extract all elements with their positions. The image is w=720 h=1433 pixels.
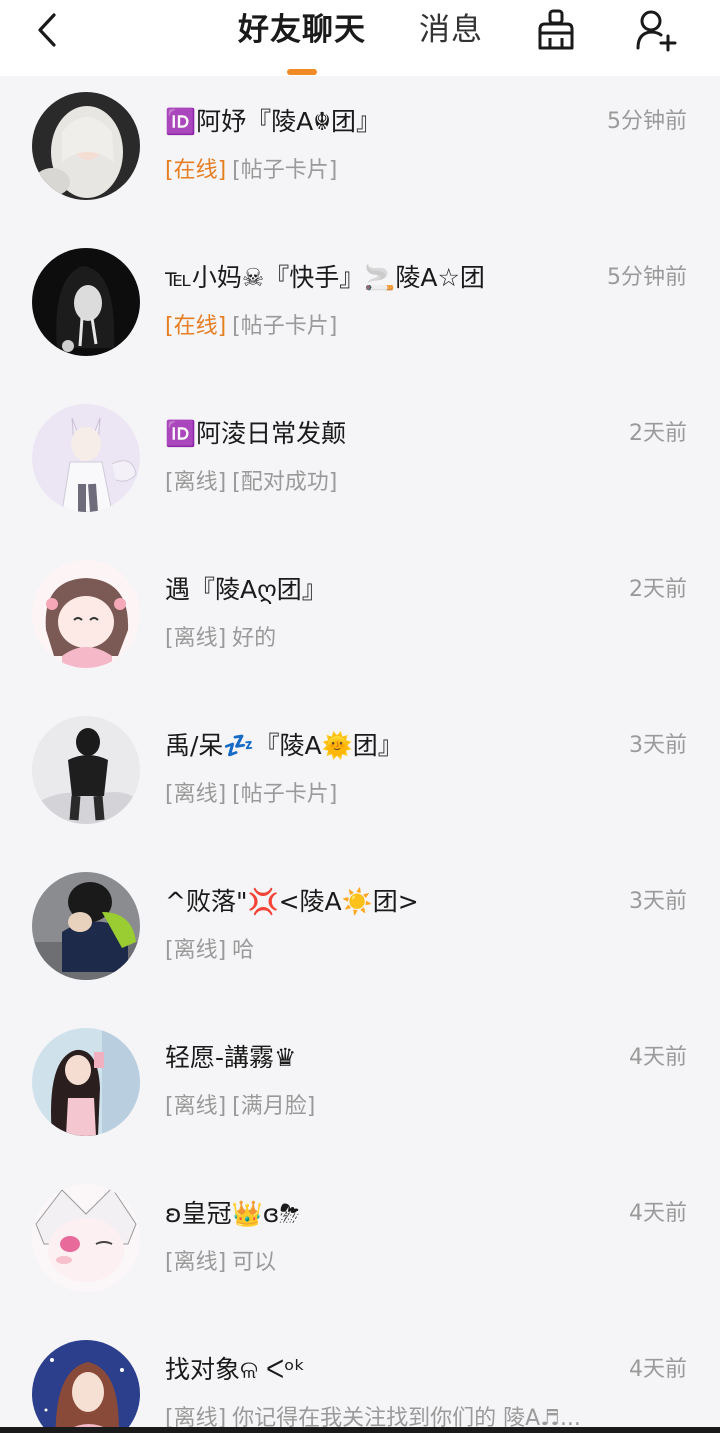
online-status: [在线] — [165, 314, 227, 339]
last-message: [帖子卡片] — [232, 782, 338, 807]
last-message-time: 4天前 — [629, 1201, 687, 1226]
contact-name: 遇『陵Aღ团』 — [165, 575, 327, 604]
last-message: [帖子卡片] — [232, 314, 338, 339]
chat-list: 🆔阿妤『陵A☬团』 5分钟前 [在线] [帖子卡片] ℡小妈☠『快手』🚬陵A☆团 … — [0, 76, 720, 1433]
last-message: 可以 — [232, 1250, 277, 1275]
avatar — [32, 872, 140, 980]
add-user-icon — [636, 10, 677, 52]
offline-status: [离线] — [165, 1094, 227, 1119]
avatar — [32, 1340, 140, 1433]
tab-messages[interactable]: 消息 — [419, 8, 483, 52]
avatar — [32, 560, 140, 668]
contact-name: 🆔阿淩日常发颠 — [165, 419, 347, 448]
message-preview: [离线] 可以 — [165, 1246, 635, 1280]
last-message-time: 3天前 — [629, 889, 687, 914]
offline-status: [离线] — [165, 782, 227, 807]
chat-row[interactable]: 禹/呆💤『陵A🌞团』 3天前 [离线] [帖子卡片] — [0, 700, 720, 856]
message-preview: [离线] 好的 — [165, 622, 635, 656]
chat-row[interactable]: 🆔阿妤『陵A☬团』 5分钟前 [在线] [帖子卡片] — [0, 76, 720, 232]
offline-status: [离线] — [165, 626, 227, 651]
contact-name: 禹/呆💤『陵A🌞团』 — [165, 731, 403, 760]
offline-status: [离线] — [165, 1250, 227, 1275]
tab-friends-chat[interactable]: 好友聊天 — [238, 8, 366, 52]
contact-name: ℡小妈☠『快手』🚬陵A☆团 — [165, 263, 485, 292]
clean-button[interactable] — [532, 6, 580, 54]
message-preview: [离线] [满月脸] — [165, 1090, 635, 1124]
avatar — [32, 716, 140, 824]
last-message: 哈 — [232, 938, 255, 963]
online-status: [在线] — [165, 158, 227, 183]
contact-name: 轻愿-講霧♛ — [165, 1043, 297, 1072]
offline-status: [离线] — [165, 470, 227, 495]
broom-icon — [538, 9, 574, 50]
contact-name: 🆔阿妤『陵A☬团』 — [165, 107, 381, 136]
message-preview: [离线] [帖子卡片] — [165, 778, 635, 812]
last-message: [配对成功] — [232, 470, 338, 495]
chat-row[interactable]: ^败落"💢<陵A☀️团> 3天前 [离线] 哈 — [0, 856, 720, 1012]
avatar — [32, 248, 140, 356]
chevron-left-icon — [38, 13, 56, 47]
last-message-time: 5分钟前 — [607, 265, 687, 290]
last-message: [帖子卡片] — [232, 158, 338, 183]
last-message-time: 5分钟前 — [607, 109, 687, 134]
chat-row[interactable]: 🆔阿淩日常发颠 2天前 [离线] [配对成功] — [0, 388, 720, 544]
last-message-time: 2天前 — [629, 421, 687, 446]
back-button[interactable] — [30, 10, 64, 50]
message-preview: [离线] [配对成功] — [165, 466, 635, 500]
add-friend-button[interactable] — [632, 6, 680, 54]
contact-name: 找对象ଳ ᐸᵒᵏ — [165, 1355, 306, 1384]
avatar — [32, 1184, 140, 1292]
message-preview: [离线] 哈 — [165, 934, 635, 968]
last-message-time: 4天前 — [629, 1357, 687, 1382]
avatar — [32, 1028, 140, 1136]
avatar — [32, 92, 140, 200]
contact-name: ʚ皇冠👑ɞ⛈ — [165, 1199, 300, 1228]
chat-row[interactable]: ℡小妈☠『快手』🚬陵A☆团 5分钟前 [在线] [帖子卡片] — [0, 232, 720, 388]
last-message: 好的 — [232, 626, 277, 651]
last-message-time: 2天前 — [629, 577, 687, 602]
active-tab-indicator — [287, 69, 317, 75]
last-message: [满月脸] — [232, 1094, 316, 1119]
last-message-time: 4天前 — [629, 1045, 687, 1070]
contact-name: ^败落"💢<陵A☀️团> — [165, 887, 419, 916]
offline-status: [离线] — [165, 938, 227, 963]
chat-row[interactable]: 找对象ଳ ᐸᵒᵏ 4天前 [离线] 你记得在我关注找到你们的 陵A♬... — [0, 1324, 720, 1433]
top-bar: 好友聊天 消息 — [0, 0, 720, 76]
chat-row[interactable]: 遇『陵Aღ团』 2天前 [离线] 好的 — [0, 544, 720, 700]
message-preview: [在线] [帖子卡片] — [165, 310, 635, 344]
avatar — [32, 404, 140, 512]
message-preview: [在线] [帖子卡片] — [165, 154, 635, 188]
bottom-edge — [0, 1427, 720, 1433]
last-message-time: 3天前 — [629, 733, 687, 758]
chat-row[interactable]: ʚ皇冠👑ɞ⛈ 4天前 [离线] 可以 — [0, 1168, 720, 1324]
chat-row[interactable]: 轻愿-講霧♛ 4天前 [离线] [满月脸] — [0, 1012, 720, 1168]
